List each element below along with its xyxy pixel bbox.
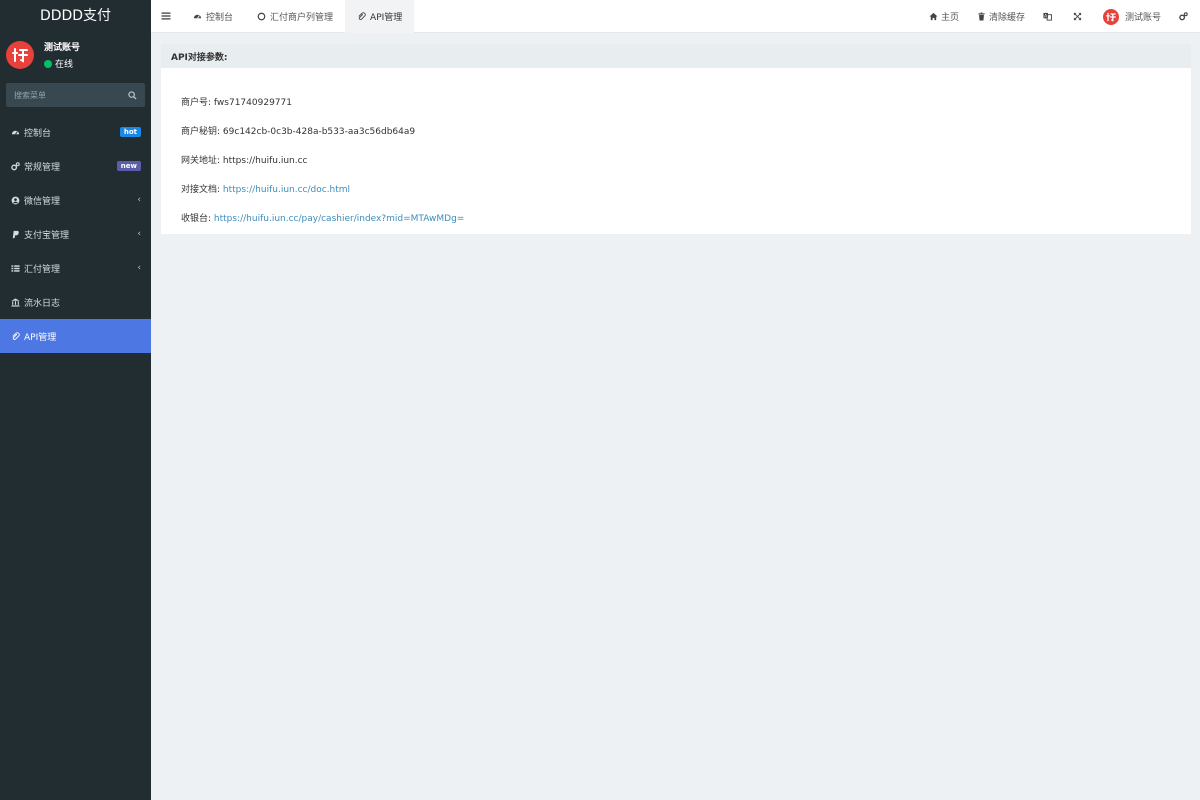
- row-label: 收银台:: [181, 214, 212, 224]
- merchant-id-value: fws71740929771: [213, 98, 292, 108]
- user-panel: 测试账号 在线: [0, 33, 151, 77]
- menu-toggle-button[interactable]: [151, 0, 181, 33]
- cashier-row: 收银台: https://huifu.iun.cc/pay/cashier/in…: [181, 211, 1191, 240]
- user-circle-icon: [10, 195, 20, 205]
- trash-icon: [978, 12, 985, 21]
- panel-title: API对接参数:: [161, 44, 1191, 68]
- sidebar-item-label: 流水日志: [24, 298, 61, 309]
- gateway-row: 网关地址: https://huifu.iun.cc: [181, 153, 1191, 182]
- tab-huifu-merchants[interactable]: 汇付商户列管理: [245, 0, 345, 33]
- language-icon: A: [1043, 12, 1052, 21]
- hamburger-icon: [161, 12, 171, 20]
- fullscreen-button[interactable]: [1064, 0, 1094, 33]
- merchant-secret-value: 69c142cb-0c3b-428a-b533-aa3c56db64a9: [222, 127, 416, 137]
- cashier-link[interactable]: https://huifu.iun.cc/pay/cashier/index?m…: [214, 214, 464, 224]
- language-button[interactable]: A: [1034, 0, 1064, 33]
- home-label: 主页: [940, 13, 959, 23]
- top-right-actions: 主页 清除缓存 A 测试账号: [920, 0, 1200, 33]
- circle-o-icon: [257, 12, 266, 21]
- clear-cache-button[interactable]: 清除缓存: [968, 0, 1034, 33]
- account-menu[interactable]: 测试账号: [1094, 0, 1170, 33]
- search-input[interactable]: [14, 90, 114, 100]
- sidebar-item-label: 控制台: [24, 128, 52, 139]
- new-badge: new: [116, 161, 141, 171]
- expand-icon: [1073, 12, 1082, 21]
- avatar: [6, 41, 34, 69]
- sidebar-item-label: 支付宝管理: [24, 230, 70, 241]
- row-label: 对接文档:: [181, 185, 221, 195]
- tab-label: 控制台: [206, 12, 234, 23]
- merchant-secret-row: 商户秘钥: 69c142cb-0c3b-428a-b533-aa3c56db64…: [181, 124, 1191, 153]
- sidebar-item-dashboard[interactable]: 控制台 hot: [0, 115, 151, 149]
- clear-cache-label: 清除缓存: [988, 13, 1025, 23]
- brand-title[interactable]: DDDD支付: [0, 0, 151, 33]
- user-status: 在线: [44, 57, 80, 70]
- top-navbar: 控制台 汇付商户列管理 API管理 主页 清除缓存 A 测试账号: [151, 0, 1200, 33]
- sidebar-item-label: 微信管理: [24, 196, 61, 207]
- home-icon: [929, 12, 938, 21]
- docs-row: 对接文档: https://huifu.iun.cc/doc.html: [181, 182, 1191, 211]
- docs-link[interactable]: https://huifu.iun.cc/doc.html: [223, 185, 350, 195]
- list-icon: [10, 263, 20, 273]
- paperclip-icon: [357, 11, 366, 21]
- paperclip-icon: [10, 331, 20, 341]
- search-box: [6, 83, 145, 107]
- api-params-panel: API对接参数: 商户号: fws71740929771 商户秘钥: 69c14…: [161, 44, 1191, 234]
- sidebar-item-label: 常规管理: [24, 162, 61, 173]
- home-link[interactable]: 主页: [920, 0, 968, 33]
- tab-dashboard[interactable]: 控制台: [181, 0, 245, 33]
- row-label: 商户秘钥:: [181, 127, 221, 137]
- sidebar-item-huifu[interactable]: 汇付管理 ‹: [0, 251, 151, 285]
- bank-icon: [10, 297, 20, 307]
- account-name: 测试账号: [1124, 13, 1161, 23]
- sidebar-item-label: 汇付管理: [24, 264, 61, 275]
- sidebar: DDDD支付 测试账号 在线 控制台 hot: [0, 0, 151, 800]
- logo-icon: [1106, 12, 1116, 22]
- row-label: 商户号:: [181, 98, 212, 108]
- merchant-id-row: 商户号: fws71740929771: [181, 95, 1191, 124]
- sidebar-item-logs[interactable]: 流水日志: [0, 285, 151, 319]
- sidebar-item-wechat[interactable]: 微信管理 ‹: [0, 183, 151, 217]
- gateway-value: https://huifu.iun.cc: [222, 156, 308, 166]
- sidebar-item-general[interactable]: 常规管理 new: [0, 149, 151, 183]
- chevron-left-icon: ‹: [137, 229, 141, 239]
- search-icon[interactable]: [128, 90, 137, 100]
- paypal-icon: [10, 229, 20, 239]
- sidebar-item-alipay[interactable]: 支付宝管理 ‹: [0, 217, 151, 251]
- logo-icon: [12, 48, 28, 63]
- user-name: 测试账号: [44, 43, 81, 53]
- online-dot-icon: [44, 59, 52, 68]
- tab-label: 汇付商户列管理: [270, 12, 334, 23]
- status-text: 在线: [55, 60, 74, 70]
- tab-label: API管理: [370, 12, 403, 23]
- cogs-icon: [10, 161, 20, 171]
- cogs-icon: [1179, 12, 1188, 21]
- sidebar-item-api[interactable]: API管理: [0, 319, 151, 353]
- dashboard-icon: [193, 12, 202, 21]
- panel-body: 商户号: fws71740929771 商户秘钥: 69c142cb-0c3b-…: [161, 68, 1191, 240]
- chevron-left-icon: ‹: [137, 195, 141, 205]
- chevron-left-icon: ‹: [137, 263, 141, 273]
- avatar: [1102, 8, 1119, 25]
- settings-button[interactable]: [1170, 0, 1200, 33]
- sidebar-item-label: API管理: [24, 332, 57, 343]
- hot-badge: hot: [119, 127, 141, 137]
- dashboard-icon: [10, 127, 20, 137]
- sidebar-menu: 控制台 hot 常规管理 new 微信管理 ‹ 支付宝管理 ‹ 汇付管理 ‹ 流…: [0, 115, 151, 353]
- tab-api-management[interactable]: API管理: [345, 0, 415, 33]
- row-label: 网关地址:: [181, 156, 221, 166]
